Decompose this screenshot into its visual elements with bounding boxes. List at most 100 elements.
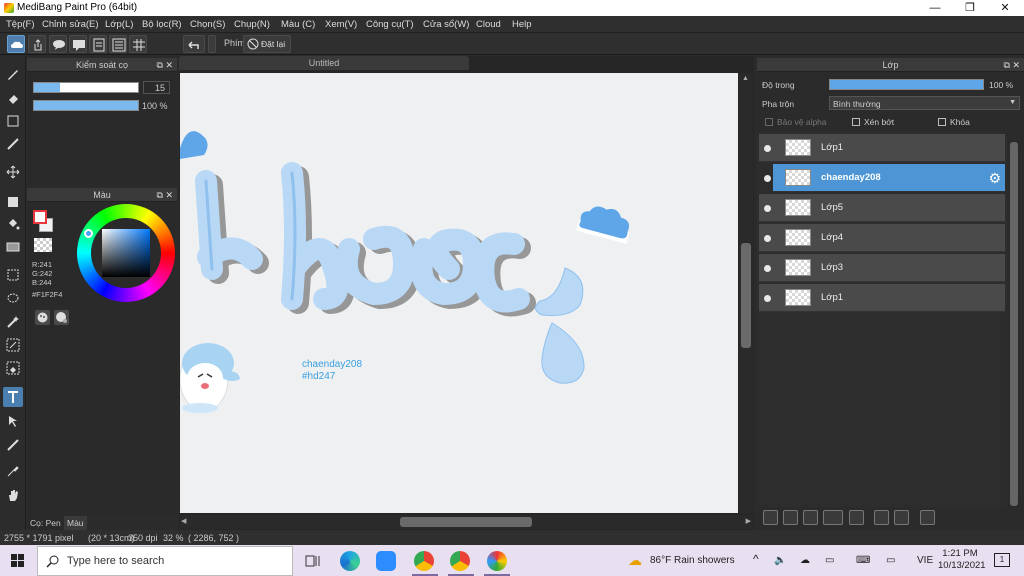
brush-opacity-slider[interactable] bbox=[33, 100, 139, 111]
blend-mode-select[interactable]: Bình thường ▼ bbox=[829, 96, 1020, 110]
brush-tool[interactable] bbox=[3, 64, 23, 84]
chrome-icon[interactable] bbox=[414, 551, 434, 571]
scroll-left-icon[interactable]: ◀ bbox=[181, 517, 186, 525]
cloud-sync-icon[interactable]: ☁ bbox=[800, 555, 810, 566]
trash-icon[interactable] bbox=[920, 510, 935, 525]
saturation-value-square[interactable] bbox=[102, 229, 150, 277]
protect-alpha-checkbox[interactable] bbox=[765, 118, 773, 126]
hand-tool[interactable] bbox=[3, 485, 23, 505]
bucket-tool[interactable] bbox=[3, 214, 23, 234]
layer-scroll-thumb[interactable] bbox=[1010, 142, 1018, 506]
layer-row[interactable]: Lớp1 bbox=[759, 284, 1005, 312]
menu-help[interactable]: Help bbox=[512, 19, 532, 30]
cloud-icon[interactable] bbox=[7, 35, 25, 53]
dot-tool[interactable] bbox=[3, 111, 23, 131]
chevron-up-icon[interactable]: ^ bbox=[753, 552, 759, 566]
close-button[interactable]: ✕ bbox=[988, 0, 1022, 16]
tab-color[interactable]: Màu bbox=[64, 516, 87, 530]
eraser-tool[interactable] bbox=[3, 88, 23, 108]
menu-select[interactable]: Chọn(S) bbox=[190, 19, 225, 30]
panel-float-close-icon[interactable]: ⧉ ✕ bbox=[157, 58, 173, 72]
hue-picker-handle[interactable] bbox=[84, 229, 93, 238]
visibility-eye-icon[interactable] bbox=[764, 295, 771, 302]
vertical-scrollbar[interactable]: ▲ bbox=[739, 73, 753, 513]
language-indicator[interactable]: VIE bbox=[917, 555, 933, 566]
text-tool[interactable] bbox=[3, 387, 23, 407]
layer-list-scrollbar[interactable] bbox=[1008, 140, 1020, 508]
gradient-tool[interactable] bbox=[3, 237, 23, 257]
grid-icon[interactable] bbox=[129, 35, 147, 53]
panel-float-close-icon[interactable]: ⧉ ✕ bbox=[1004, 58, 1020, 72]
scroll-right-icon[interactable]: ▶ bbox=[746, 517, 751, 525]
share-icon[interactable] bbox=[28, 35, 46, 53]
select-eraser-tool[interactable] bbox=[3, 358, 23, 378]
clipping-checkbox[interactable] bbox=[852, 118, 860, 126]
lasso-tool[interactable] bbox=[3, 288, 23, 308]
undo-icon[interactable] bbox=[183, 35, 205, 53]
horizontal-scrollbar[interactable]: ◀ ▶ bbox=[180, 515, 753, 529]
visibility-eye-icon[interactable] bbox=[764, 205, 771, 212]
menu-filter[interactable]: Bộ lọc(R) bbox=[142, 19, 182, 30]
menu-tools[interactable]: Công cụ(T) bbox=[366, 19, 414, 30]
folder-icon[interactable] bbox=[849, 510, 864, 525]
menu-view[interactable]: Xem(V) bbox=[325, 19, 357, 30]
drawing-canvas[interactable]: chaenday208 #hd247 bbox=[180, 73, 738, 513]
divide-tool[interactable] bbox=[3, 435, 23, 455]
layer-opacity-slider[interactable] bbox=[829, 79, 984, 90]
fill-rect-tool[interactable] bbox=[3, 192, 23, 212]
menu-window[interactable]: Cửa sổ(W) bbox=[423, 19, 469, 30]
layer-row[interactable]: Lớp1 bbox=[759, 134, 1005, 162]
select-rect-tool[interactable] bbox=[3, 265, 23, 285]
horizontal-scroll-thumb[interactable] bbox=[400, 517, 532, 527]
panel-float-close-icon[interactable]: ⧉ ✕ bbox=[157, 188, 173, 202]
pen-tool[interactable] bbox=[3, 134, 23, 154]
layer-row[interactable]: Lớp3 bbox=[759, 254, 1005, 282]
chat-icon[interactable] bbox=[69, 35, 87, 53]
transparent-color-swatch[interactable] bbox=[34, 238, 52, 252]
menu-cloud[interactable]: Cloud bbox=[476, 19, 501, 30]
taskbar-search[interactable]: Type here to search bbox=[37, 546, 293, 576]
minimize-button[interactable]: — bbox=[918, 0, 952, 16]
layer-row[interactable]: Lớp5 bbox=[759, 194, 1005, 222]
weather-text[interactable]: 86°F Rain showers bbox=[650, 555, 735, 566]
move-tool[interactable] bbox=[3, 162, 23, 182]
display-icon[interactable]: ▭ bbox=[886, 555, 895, 566]
notification-icon[interactable]: 1 bbox=[994, 553, 1010, 567]
visibility-eye-icon[interactable] bbox=[764, 235, 771, 242]
medibang-icon[interactable] bbox=[487, 551, 507, 571]
operation-tool[interactable] bbox=[3, 411, 23, 431]
palette-settings-icon[interactable] bbox=[54, 310, 69, 325]
tab-untitled[interactable]: Untitled bbox=[179, 56, 469, 70]
palette-icon[interactable] bbox=[35, 310, 50, 325]
lock-checkbox[interactable] bbox=[938, 118, 946, 126]
tab-brush[interactable]: Cọ: Pen bbox=[27, 516, 64, 530]
new-8bit-layer-icon[interactable] bbox=[783, 510, 798, 525]
visibility-eye-icon[interactable] bbox=[764, 265, 771, 272]
merge-down-icon[interactable] bbox=[894, 510, 909, 525]
menu-edit[interactable]: Chỉnh sửa(E) bbox=[42, 19, 99, 30]
menu-color[interactable]: Màu (C) bbox=[281, 19, 315, 30]
menu-snap[interactable]: Chụp(N) bbox=[234, 19, 270, 30]
menu-layer[interactable]: Lớp(L) bbox=[105, 19, 133, 30]
visibility-eye-icon[interactable] bbox=[764, 175, 771, 182]
magic-wand-tool[interactable] bbox=[3, 312, 23, 332]
add-layer-dropdown-icon[interactable] bbox=[823, 510, 843, 525]
scroll-up-icon[interactable]: ▲ bbox=[742, 75, 749, 82]
brush-size-value[interactable]: 15 bbox=[143, 81, 170, 94]
list-icon[interactable] bbox=[109, 35, 127, 53]
visibility-eye-icon[interactable] bbox=[764, 145, 771, 152]
keyboard-icon[interactable]: ⌨ bbox=[856, 555, 870, 566]
document-icon[interactable] bbox=[89, 35, 107, 53]
chrome-icon[interactable] bbox=[450, 551, 470, 571]
new-layer-icon[interactable] bbox=[763, 510, 778, 525]
select-pen-tool[interactable] bbox=[3, 335, 23, 355]
maximize-button[interactable]: ❐ bbox=[953, 0, 987, 16]
new-1bit-layer-icon[interactable] bbox=[803, 510, 818, 525]
gear-icon[interactable]: ⚙ bbox=[988, 170, 1001, 187]
volume-icon[interactable]: 🔈 bbox=[774, 555, 786, 566]
zoom-app-icon[interactable] bbox=[376, 551, 396, 571]
menu-file[interactable]: Tệp(F) bbox=[6, 19, 35, 30]
comment-icon[interactable] bbox=[49, 35, 67, 53]
clock[interactable]: 1:21 PM 10/13/2021 bbox=[938, 548, 986, 572]
edge-icon[interactable] bbox=[340, 551, 360, 571]
